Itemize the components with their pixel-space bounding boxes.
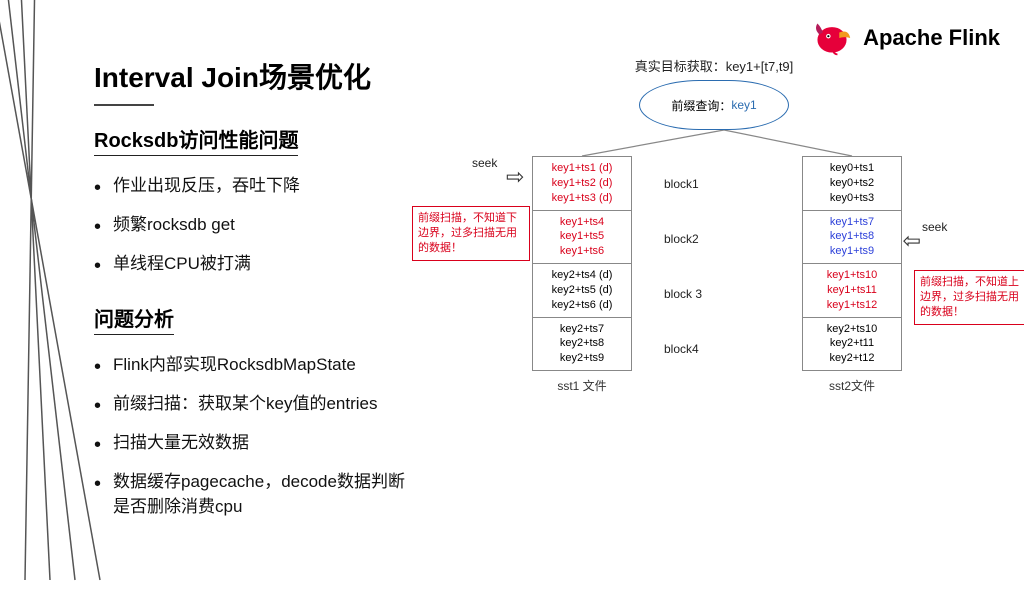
- list-item: 作业出现反压，吞吐下降: [94, 174, 414, 203]
- list-item: 单线程CPU被打满: [94, 252, 414, 281]
- list-item: Flink内部实现RocksdbMapState: [94, 353, 414, 382]
- section1-heading: Rocksdb访问性能问题: [94, 124, 298, 156]
- title-underline: [94, 104, 154, 106]
- list-item: 频繁rocksdb get: [94, 213, 414, 242]
- block-label: block2: [664, 211, 702, 266]
- diagram: 真实目标获取：key1+[t7,t9] 前缀查询： key1 seek ⇨ se…: [424, 56, 1004, 557]
- list-item: 前缀扫描：获取某个key值的entries: [94, 392, 414, 421]
- sst-cell: key1+ts7key1+ts8key1+ts9: [802, 210, 902, 265]
- arrow-left-icon: ⇨: [902, 228, 920, 254]
- brand-text: Apache Flink: [863, 25, 1000, 51]
- cloud-query: 前缀查询： key1: [639, 80, 789, 130]
- block-label: block1: [664, 156, 702, 211]
- flink-logo-icon: [811, 18, 853, 58]
- callout-right: 前缀扫描，不知道上边界，过多扫描无用的数据！: [914, 270, 1024, 325]
- sst-caption: sst1 文件: [532, 377, 632, 394]
- seek-right-label: seek: [922, 220, 947, 234]
- sst2-column: key0+ts1key0+ts2key0+ts3key1+ts7key1+ts8…: [802, 156, 902, 394]
- page-title: Interval Join场景优化: [94, 56, 414, 96]
- sst-cell: key1+ts4key1+ts5key1+ts6: [532, 210, 632, 265]
- list-item: 扫描大量无效数据: [94, 431, 414, 460]
- sst-cell: key2+ts10key2+t11key2+t12: [802, 317, 902, 372]
- diagram-target: 真实目标获取：key1+[t7,t9]: [424, 56, 1004, 75]
- sst1-column: key1+ts1 (d)key1+ts2 (d)key1+ts3 (d)key1…: [532, 156, 632, 394]
- sst-cell: key2+ts7key2+ts8key2+ts9: [532, 317, 632, 372]
- seek-left-label: seek: [472, 156, 497, 170]
- list-item: 数据缓存pagecache，decode数据判断是否删除消费cpu: [94, 470, 414, 519]
- block-labels: block1 block2 block 3 block4: [664, 156, 702, 376]
- block-label: block 3: [664, 266, 702, 321]
- sst-cell: key0+ts1key0+ts2key0+ts3: [802, 156, 902, 211]
- sst-cell: key1+ts10key1+ts11key1+ts12: [802, 263, 902, 318]
- section1-list: 作业出现反压，吞吐下降 频繁rocksdb get 单线程CPU被打满: [94, 174, 414, 281]
- section2-heading: 问题分析: [94, 303, 174, 335]
- callout-left: 前缀扫描，不知道下边界，过多扫描无用的数据！: [412, 206, 530, 261]
- block-label: block4: [664, 321, 702, 376]
- sst-cell: key1+ts1 (d)key1+ts2 (d)key1+ts3 (d): [532, 156, 632, 211]
- section2-list: Flink内部实现RocksdbMapState 前缀扫描：获取某个key值的e…: [94, 353, 414, 519]
- arrow-right-icon: ⇨: [506, 164, 524, 190]
- sst-cell: key2+ts4 (d)key2+ts5 (d)key2+ts6 (d): [532, 263, 632, 318]
- sst-caption: sst2文件: [802, 377, 902, 394]
